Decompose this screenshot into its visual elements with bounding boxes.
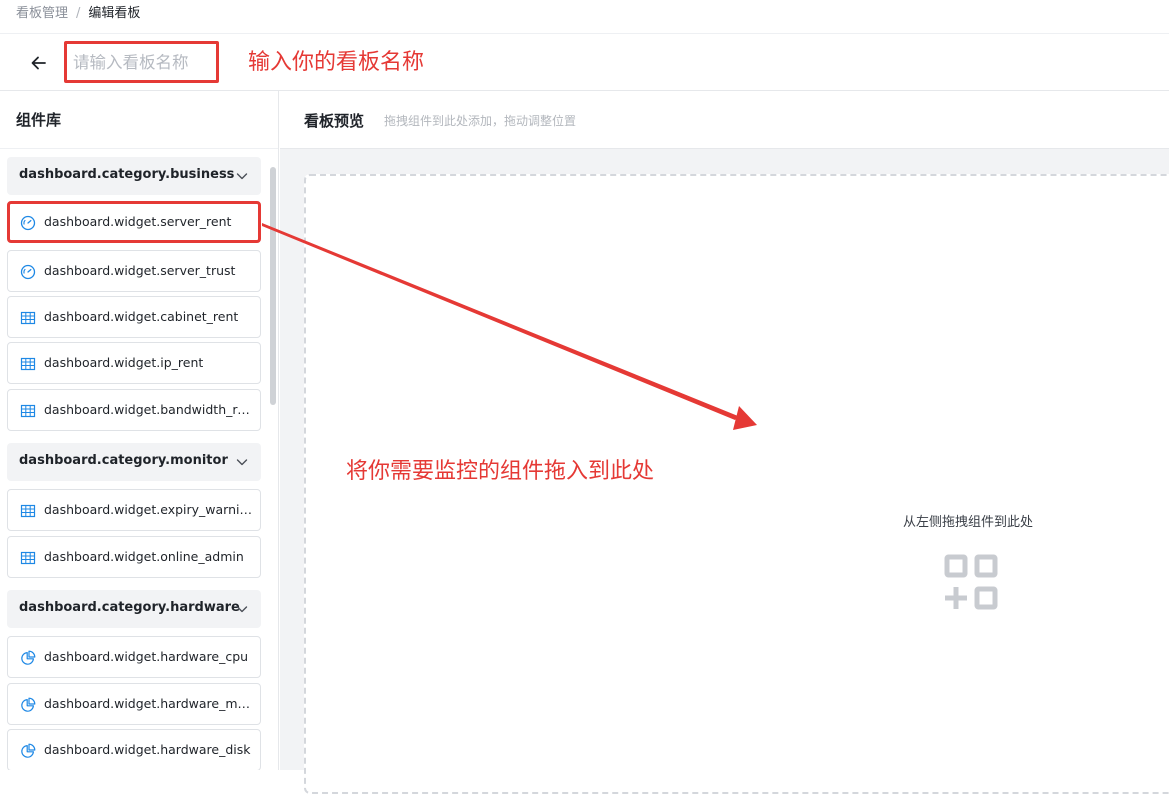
- add-widget-icon: [944, 554, 998, 610]
- widget-server-trust[interactable]: dashboard.widget.server_trust: [7, 250, 261, 292]
- pie-chart-icon: [21, 650, 36, 665]
- breadcrumb: 看板管理 / 编辑看板: [16, 4, 140, 24]
- widget-label: dashboard.widget.bandwidth_rent: [44, 402, 254, 417]
- widget-label: dashboard.widget.expiry_warning: [44, 502, 254, 517]
- widget-label: dashboard.widget.hardware_disk: [44, 742, 251, 757]
- library-scrollbar[interactable]: [270, 167, 276, 405]
- chevron-down-icon: [236, 173, 248, 180]
- widget-label: dashboard.widget.server_rent: [44, 214, 232, 229]
- dashboard-name-input[interactable]: [73, 47, 213, 77]
- page-header: 输入你的看板名称: [0, 34, 1169, 91]
- widget-hardware-disk[interactable]: dashboard.widget.hardware_disk: [7, 729, 261, 770]
- widget-ip-rent[interactable]: dashboard.widget.ip_rent: [7, 342, 261, 384]
- widget-server-rent[interactable]: dashboard.widget.server_rent: [7, 201, 261, 243]
- chevron-down-icon: [236, 606, 248, 613]
- chevron-down-icon: [236, 459, 248, 466]
- widget-label: dashboard.widget.cabinet_rent: [44, 309, 239, 324]
- preview-header: 看板预览 拖拽组件到此处添加，拖动调整位置: [280, 91, 1169, 148]
- breadcrumb-current: 编辑看板: [88, 6, 141, 21]
- dashboard-name-highlight: [64, 41, 219, 83]
- widget-label: dashboard.widget.hardware_cpu: [44, 649, 249, 664]
- table-icon: [20, 404, 36, 418]
- widget-label: dashboard.widget.online_admin: [44, 549, 244, 564]
- name-annotation-text: 输入你的看板名称: [248, 50, 425, 75]
- pie-chart-icon: [21, 697, 36, 712]
- table-icon: [20, 311, 36, 325]
- table-icon: [20, 551, 36, 565]
- widget-label: dashboard.widget.hardware_memory: [44, 696, 254, 711]
- widget-hardware-memory[interactable]: dashboard.widget.hardware_memory: [7, 683, 261, 725]
- empty-state-text: 从左侧拖拽组件到此处: [903, 515, 1034, 530]
- pie-chart-icon: [21, 743, 36, 758]
- widget-cabinet-rent[interactable]: dashboard.widget.cabinet_rent: [7, 296, 261, 338]
- back-button[interactable]: [26, 50, 52, 76]
- category-monitor-header[interactable]: dashboard.category.monitor: [7, 443, 261, 481]
- gauge-icon: [20, 264, 36, 280]
- arrow-left-icon: [31, 56, 46, 70]
- widget-online-admin[interactable]: dashboard.widget.online_admin: [7, 536, 261, 578]
- widget-hardware-cpu[interactable]: dashboard.widget.hardware_cpu: [7, 636, 261, 678]
- widget-bandwidth-rent[interactable]: dashboard.widget.bandwidth_rent: [7, 389, 261, 431]
- gauge-icon: [20, 215, 36, 231]
- preview-title: 看板预览: [304, 112, 365, 130]
- breadcrumb-dashboard-management[interactable]: 看板管理: [16, 6, 68, 21]
- library-divider: [0, 148, 278, 149]
- preview-hint: 拖拽组件到此处添加，拖动调整位置: [384, 114, 577, 128]
- component-library-panel: 组件库 dashboard.category.business dashboar…: [0, 91, 279, 770]
- breadcrumb-separator: /: [76, 6, 81, 21]
- table-icon: [20, 504, 36, 518]
- category-label: dashboard.category.business: [19, 167, 235, 182]
- widget-label: dashboard.widget.server_trust: [44, 263, 236, 278]
- category-label: dashboard.category.monitor: [19, 453, 228, 468]
- category-label: dashboard.category.hardware: [19, 600, 240, 615]
- category-business-header[interactable]: dashboard.category.business: [7, 157, 261, 195]
- widget-expiry-warning[interactable]: dashboard.widget.expiry_warning: [7, 489, 261, 531]
- drop-annotation-text: 将你需要监控的组件拖入到此处: [346, 459, 655, 484]
- category-hardware-header[interactable]: dashboard.category.hardware: [7, 590, 261, 628]
- table-icon: [20, 357, 36, 371]
- component-library-title: 组件库: [16, 111, 62, 129]
- widget-label: dashboard.widget.ip_rent: [44, 355, 204, 370]
